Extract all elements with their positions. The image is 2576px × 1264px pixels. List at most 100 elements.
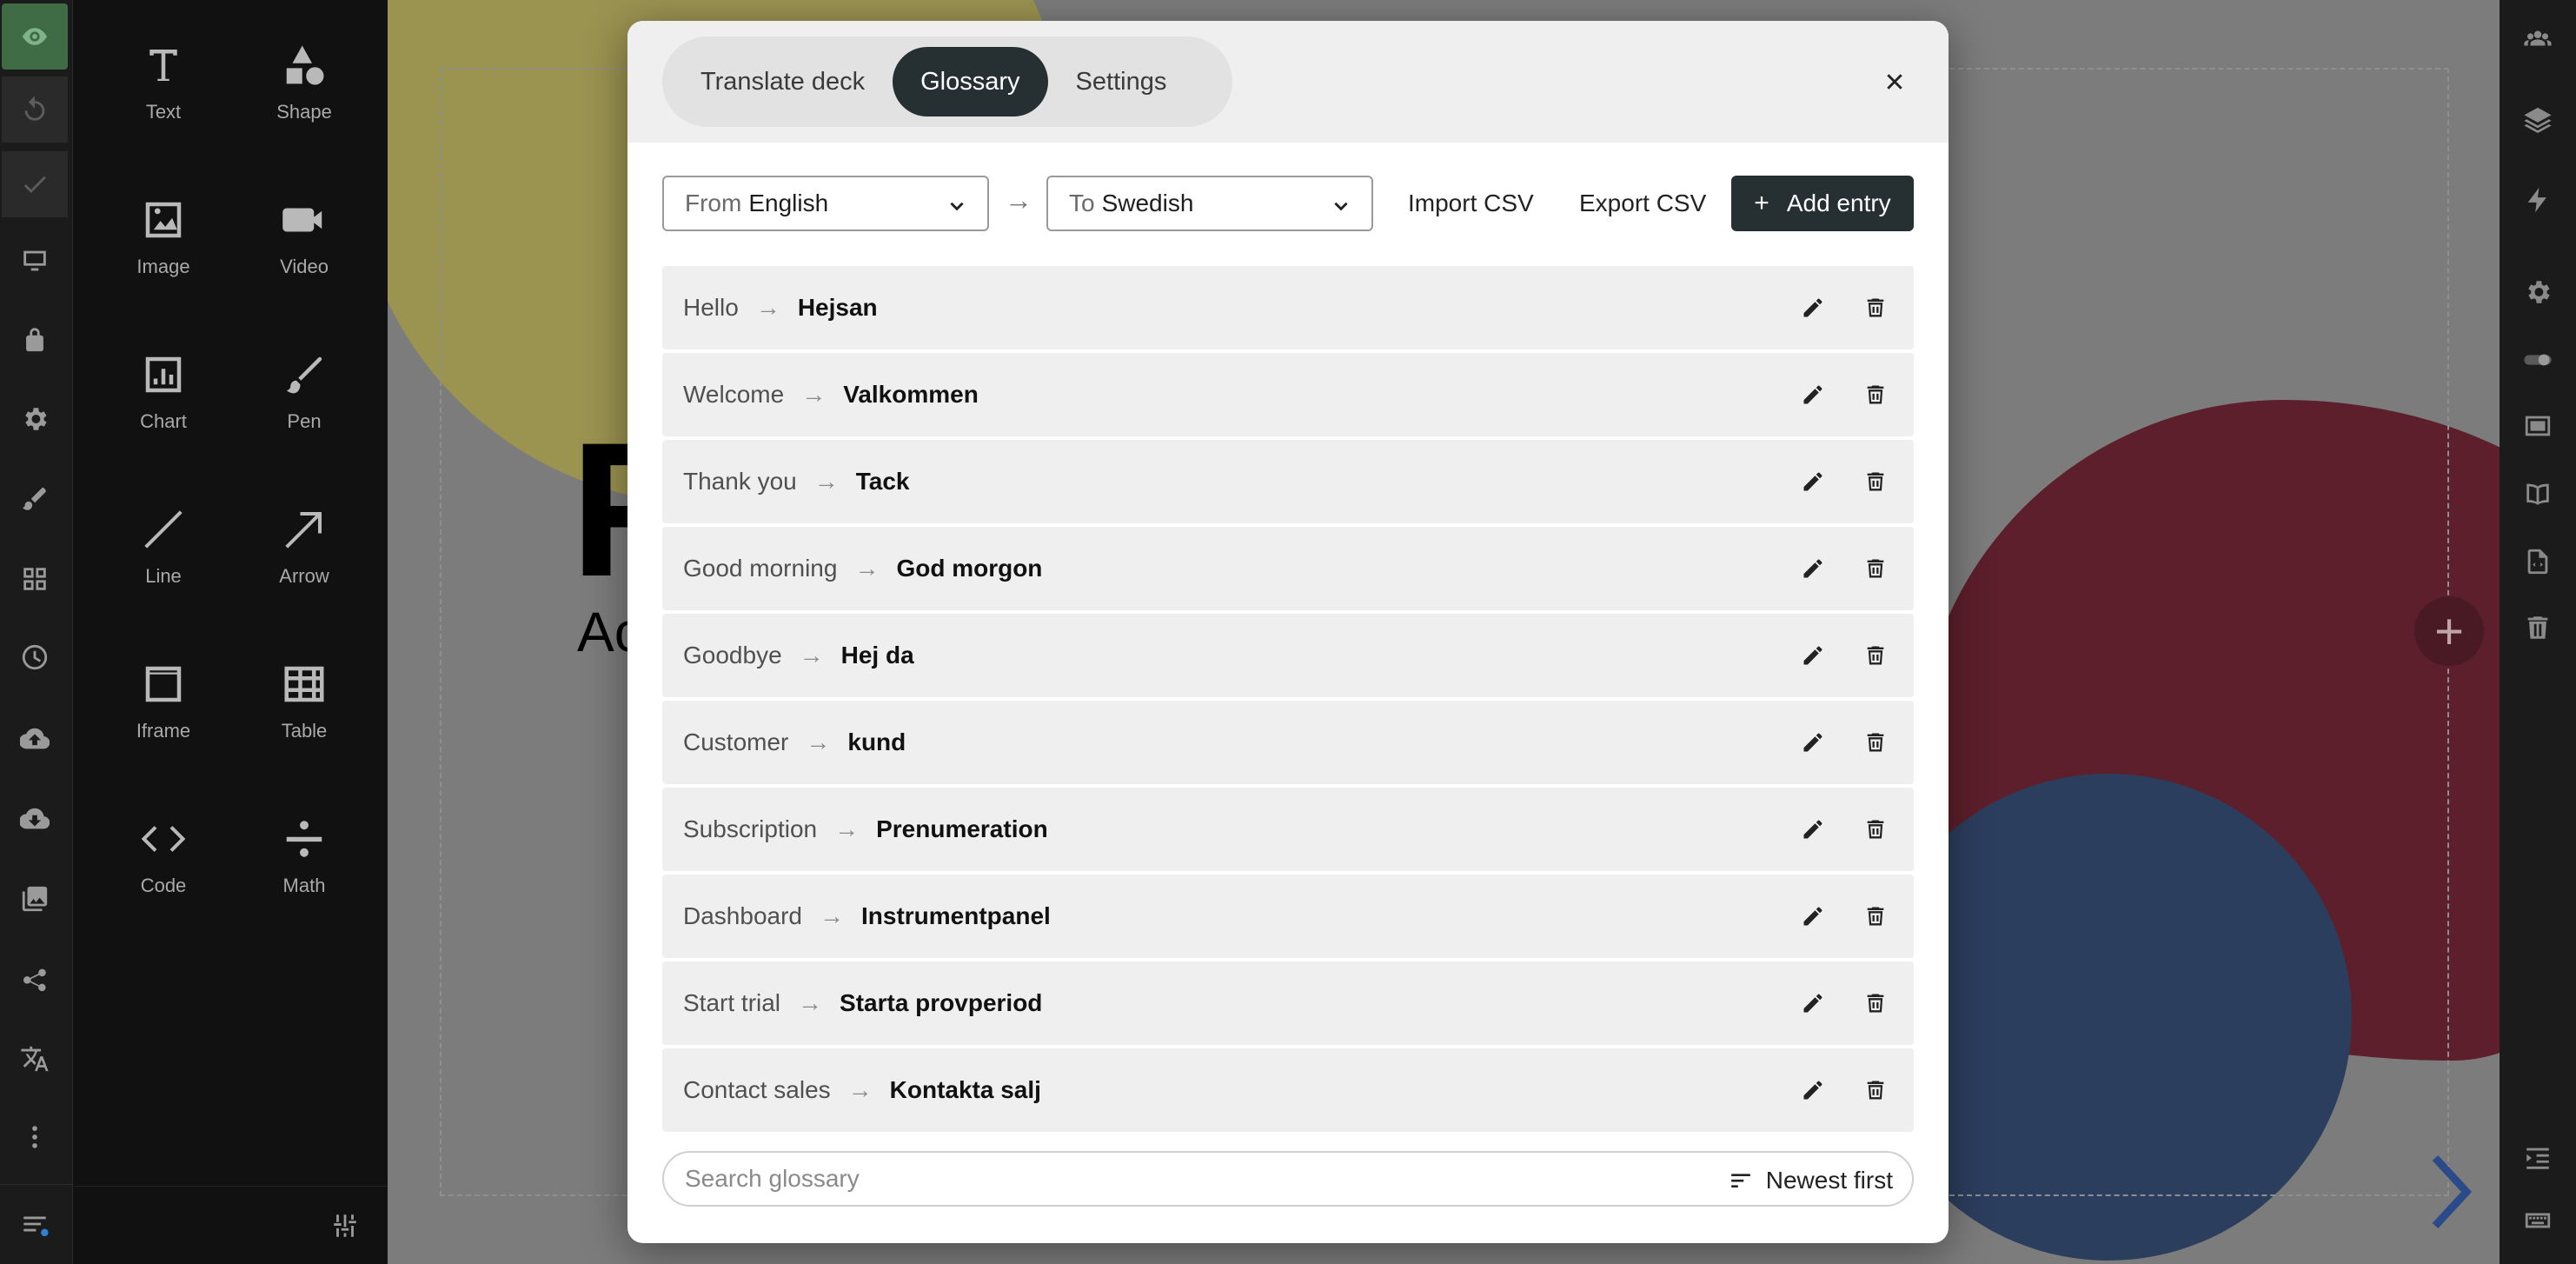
collaborators-icon[interactable]: [2515, 16, 2560, 61]
pencil-icon[interactable]: [1801, 817, 1825, 842]
tool-chart[interactable]: Chart: [94, 336, 233, 466]
tab-translate-deck[interactable]: Translate deck: [673, 47, 893, 116]
tool-text[interactable]: Text: [94, 26, 233, 156]
trash-icon[interactable]: [1863, 990, 1888, 1016]
pencil-icon[interactable]: [1801, 469, 1825, 494]
glossary-row[interactable]: Goodbye → Hej da: [662, 614, 1914, 697]
trash-icon[interactable]: [1863, 642, 1888, 669]
source-term: Contact sales: [683, 1076, 831, 1103]
glossary-row[interactable]: Good morning → God morgon: [662, 527, 1914, 610]
chevron-down-icon: [1334, 202, 1348, 211]
import-csv-button[interactable]: Import CSV: [1408, 176, 1534, 231]
chart-icon: [145, 356, 182, 393]
tool-label: Code: [140, 875, 187, 896]
trash-icon[interactable]: [1863, 1077, 1888, 1103]
add-entry-button[interactable]: + Add entry: [1731, 176, 1914, 231]
toggle-switch-icon[interactable]: [2515, 337, 2560, 383]
trash-icon[interactable]: [1863, 729, 1888, 755]
undo-icon[interactable]: [2, 77, 68, 143]
add-entry-label: Add entry: [1786, 190, 1891, 216]
share-icon[interactable]: [2, 946, 68, 1012]
menu-lines-icon[interactable]: [2, 1191, 68, 1257]
add-slide-button[interactable]: +: [2414, 596, 2484, 666]
source-term: Hello: [683, 294, 739, 321]
code-file-icon[interactable]: [2515, 539, 2560, 584]
tool-pen[interactable]: Pen: [235, 336, 374, 466]
sort-button[interactable]: Newest first: [1730, 1163, 1893, 1198]
next-slide-chevron-icon[interactable]: [2425, 1153, 2477, 1231]
glossary-row[interactable]: Customer → kund: [662, 701, 1914, 784]
tool-math[interactable]: Math: [235, 800, 374, 930]
glossary-row[interactable]: Dashboard → Instrumentpanel: [662, 875, 1914, 958]
trash-icon[interactable]: [1863, 382, 1888, 408]
cloud-download-icon[interactable]: [2, 786, 68, 852]
tool-shape[interactable]: Shape: [235, 26, 374, 156]
tab-settings[interactable]: Settings: [1048, 47, 1195, 116]
line-icon: [144, 510, 183, 549]
book-icon[interactable]: [2515, 471, 2560, 516]
gear-icon[interactable]: [2, 386, 68, 452]
trash-icon[interactable]: [1863, 295, 1888, 321]
check-icon[interactable]: [2, 151, 68, 217]
tool-image[interactable]: Image: [94, 181, 233, 311]
grid-icon[interactable]: [2, 546, 68, 612]
trash-rail-icon[interactable]: [2515, 605, 2560, 650]
monitor-icon[interactable]: [2, 228, 68, 294]
pencil-icon[interactable]: [1801, 383, 1825, 407]
pencil-icon[interactable]: [1801, 643, 1825, 668]
glossary-row[interactable]: Hello → Hejsan: [662, 266, 1914, 349]
pencil-icon[interactable]: [1801, 991, 1825, 1015]
pencil-icon[interactable]: [1801, 296, 1825, 320]
glossary-row[interactable]: Welcome → Valkommen: [662, 353, 1914, 436]
glossary-row[interactable]: Subscription → Prenumeration: [662, 788, 1914, 871]
target-term: God morgon: [896, 555, 1043, 582]
video-icon: [282, 208, 322, 232]
tool-table[interactable]: Table: [235, 645, 374, 775]
trash-icon[interactable]: [1863, 816, 1888, 842]
export-csv-button[interactable]: Export CSV: [1579, 176, 1706, 231]
layers-icon[interactable]: [2515, 97, 2560, 143]
source-language-select[interactable]: From English: [662, 176, 989, 231]
term-arrow: →: [806, 728, 831, 755]
tool-code[interactable]: Code: [94, 800, 233, 930]
pencil-icon[interactable]: [1801, 730, 1825, 755]
glossary-row[interactable]: Thank you → Tack: [662, 440, 1914, 523]
target-term: Tack: [855, 468, 910, 495]
lock-icon[interactable]: [2, 306, 68, 372]
preview-eye-icon[interactable]: [2, 3, 68, 70]
tab-glossary[interactable]: Glossary: [893, 47, 1048, 116]
text-icon: [149, 50, 177, 81]
pencil-icon[interactable]: [1801, 904, 1825, 928]
tool-line[interactable]: Line: [94, 490, 233, 621]
search-input[interactable]: [685, 1165, 1641, 1193]
pencil-icon[interactable]: [1801, 556, 1825, 581]
pencil-icon[interactable]: [1801, 1078, 1825, 1102]
cloud-upload-icon[interactable]: [2, 706, 68, 772]
term-arrow: →: [847, 1076, 873, 1103]
tool-iframe[interactable]: Iframe: [94, 645, 233, 775]
trash-icon[interactable]: [1863, 903, 1888, 929]
tool-video[interactable]: Video: [235, 181, 374, 311]
more-vertical-icon[interactable]: [2, 1104, 68, 1170]
gallery-icon[interactable]: [2, 866, 68, 932]
indent-list-icon[interactable]: [2515, 1135, 2560, 1181]
right-icon-rail: [2500, 0, 2576, 1264]
target-term: Instrumentpanel: [860, 902, 1051, 929]
slide-layout-icon[interactable]: [2515, 403, 2560, 449]
sliders-icon[interactable]: [330, 1211, 360, 1241]
source-term: Goodbye: [683, 642, 782, 669]
lightning-icon[interactable]: [2515, 177, 2560, 223]
term-arrow: →: [798, 989, 823, 1016]
settings-gear-icon[interactable]: [2515, 269, 2560, 315]
trash-icon[interactable]: [1863, 469, 1888, 495]
trash-icon[interactable]: [1863, 555, 1888, 582]
tool-arrow[interactable]: Arrow: [235, 490, 374, 621]
glossary-row[interactable]: Start trial → Starta provperiod: [662, 961, 1914, 1045]
translate-icon[interactable]: [2, 1026, 68, 1092]
keyboard-icon[interactable]: [2515, 1198, 2560, 1243]
clock-icon[interactable]: [2, 624, 68, 690]
target-language-select[interactable]: To Swedish: [1046, 176, 1373, 231]
close-button[interactable]: [1874, 61, 1915, 103]
glossary-row[interactable]: Contact sales → Kontakta salj: [662, 1048, 1914, 1132]
brush-icon[interactable]: [2, 466, 68, 532]
